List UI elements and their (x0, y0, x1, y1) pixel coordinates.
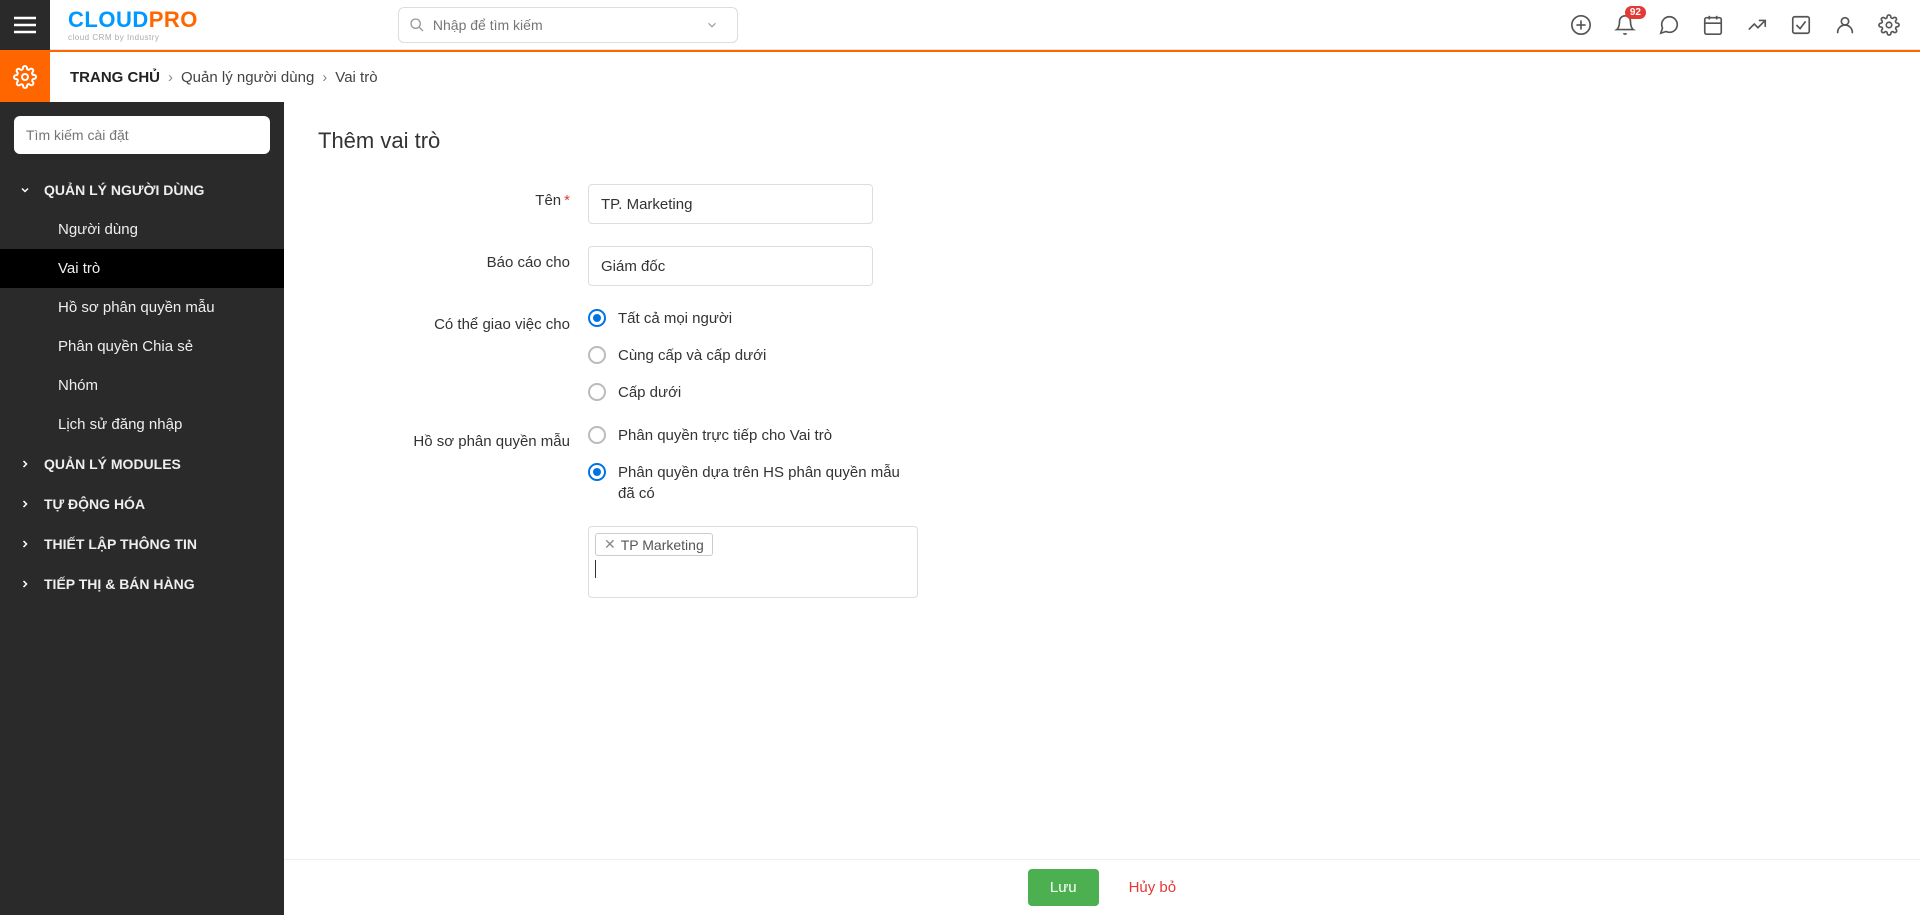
chevron-right-icon (18, 578, 32, 590)
sidebar-item-groups[interactable]: Nhóm (0, 366, 284, 405)
name-input[interactable] (588, 184, 873, 224)
reports-button[interactable] (1746, 14, 1768, 36)
sidebar-item-users[interactable]: Người dùng (0, 210, 284, 249)
sidebar: QUẢN LÝ NGƯỜI DÙNG Người dùng Vai trò Hồ… (0, 102, 284, 915)
sidebar-section-label: QUẢN LÝ NGƯỜI DÙNG (44, 182, 204, 198)
radio-profile-existing[interactable]: Phân quyền dựa trên HS phân quyền mẫu đã… (588, 462, 918, 504)
breadcrumb-sep: › (168, 69, 173, 86)
gear-icon (13, 65, 37, 89)
breadcrumb-l1[interactable]: Quản lý người dùng (181, 69, 314, 86)
radio-label: Cấp dưới (618, 382, 681, 403)
radio-label: Phân quyền trực tiếp cho Vai trò (618, 425, 832, 446)
save-button[interactable]: Lưu (1028, 869, 1099, 906)
header-actions: 92 (1570, 14, 1920, 36)
global-search-input[interactable] (433, 17, 705, 33)
logo[interactable]: CLOUDPRO cloud CRM by Industry (68, 7, 198, 42)
global-search[interactable] (398, 7, 738, 43)
chart-icon (1746, 14, 1768, 36)
chat-button[interactable] (1658, 14, 1680, 36)
report-input[interactable] (588, 246, 873, 286)
form-row-assign: Có thể giao việc cho Tất cả mọi người Cù… (318, 308, 1886, 403)
form-footer: Lưu Hủy bỏ (284, 859, 1920, 915)
checkbox-icon (1790, 14, 1812, 36)
sidebar-section-modules[interactable]: QUẢN LÝ MODULES (0, 444, 284, 484)
sidebar-section-marketing[interactable]: TIẾP THỊ & BÁN HÀNG (0, 564, 284, 604)
cancel-button[interactable]: Hủy bỏ (1129, 879, 1177, 896)
sidebar-section-label: QUẢN LÝ MODULES (44, 456, 181, 472)
notifications-button[interactable]: 92 (1614, 14, 1636, 36)
sidebar-item-profiles[interactable]: Hồ sơ phân quyền mẫu (0, 288, 284, 327)
logo-text-b: PRO (149, 7, 198, 32)
breadcrumb-l2[interactable]: Vai trò (335, 69, 377, 86)
breadcrumb-row: TRANG CHỦ › Quản lý người dùng › Vai trò (0, 52, 1920, 102)
chevron-right-icon (18, 458, 32, 470)
calendar-button[interactable] (1702, 14, 1724, 36)
breadcrumb: TRANG CHỦ › Quản lý người dùng › Vai trò (50, 52, 378, 102)
tag-remove-icon[interactable]: ✕ (604, 536, 616, 553)
user-icon (1834, 14, 1856, 36)
logo-text-a: CLOUD (68, 7, 149, 32)
form-row-report: Báo cáo cho (318, 246, 1886, 286)
form-row-profile: Hồ sơ phân quyền mẫu Phân quyền trực tiế… (318, 425, 1886, 504)
add-button[interactable] (1570, 14, 1592, 36)
breadcrumb-home[interactable]: TRANG CHỦ (70, 69, 160, 86)
sidebar-search-input[interactable] (14, 116, 270, 154)
chevron-down-icon[interactable] (705, 18, 719, 32)
tasks-button[interactable] (1790, 14, 1812, 36)
label-assign: Có thể giao việc cho (434, 316, 570, 333)
radio-profile-direct[interactable]: Phân quyền trực tiếp cho Vai trò (588, 425, 918, 446)
sidebar-section-label: THIẾT LẬP THÔNG TIN (44, 536, 197, 552)
text-cursor (595, 560, 596, 578)
tag-label: TP Marketing (621, 537, 704, 553)
radio-icon (588, 346, 606, 364)
gear-icon (1878, 14, 1900, 36)
settings-tab[interactable] (0, 52, 50, 102)
hamburger-icon (14, 16, 36, 34)
profile-tag-input[interactable]: ✕ TP Marketing (588, 526, 918, 598)
chevron-right-icon (18, 498, 32, 510)
settings-button[interactable] (1878, 14, 1900, 36)
radio-label: Cùng cấp và cấp dưới (618, 345, 766, 366)
topbar: CLOUDPRO cloud CRM by Industry 92 (0, 0, 1920, 50)
radio-assign-same[interactable]: Cùng cấp và cấp dưới (588, 345, 766, 366)
chat-icon (1658, 14, 1680, 36)
form-row-tags: ✕ TP Marketing (318, 526, 1886, 598)
radio-assign-below[interactable]: Cấp dưới (588, 382, 766, 403)
profile-button[interactable] (1834, 14, 1856, 36)
radio-icon (588, 463, 606, 481)
sidebar-search (14, 116, 270, 154)
main-content: Thêm vai trò Tên* Báo cáo cho Có thể gia… (284, 102, 1920, 915)
form-row-name: Tên* (318, 184, 1886, 224)
plus-circle-icon (1570, 14, 1592, 36)
label-name: Tên (535, 192, 561, 209)
logo-subtitle: cloud CRM by Industry (68, 33, 198, 42)
radio-icon (588, 426, 606, 444)
tag-item: ✕ TP Marketing (595, 533, 713, 556)
chevron-right-icon (18, 538, 32, 550)
calendar-icon (1702, 14, 1724, 36)
radio-icon (588, 309, 606, 327)
sidebar-section-config[interactable]: THIẾT LẬP THÔNG TIN (0, 524, 284, 564)
page-title: Thêm vai trò (318, 128, 1886, 154)
radio-label: Tất cả mọi người (618, 308, 732, 329)
sidebar-item-roles[interactable]: Vai trò (0, 249, 284, 288)
sidebar-item-loginhist[interactable]: Lịch sử đăng nhập (0, 405, 284, 444)
radio-icon (588, 383, 606, 401)
sidebar-item-sharing[interactable]: Phân quyền Chia sẻ (0, 327, 284, 366)
sidebar-section-label: TỰ ĐỘNG HÓA (44, 496, 145, 512)
breadcrumb-sep: › (322, 69, 327, 86)
chevron-down-icon (18, 184, 32, 196)
sidebar-section-label: TIẾP THỊ & BÁN HÀNG (44, 576, 195, 592)
search-icon (409, 17, 425, 33)
radio-assign-all[interactable]: Tất cả mọi người (588, 308, 766, 329)
label-profile: Hồ sơ phân quyền mẫu (413, 433, 570, 450)
notification-badge: 92 (1625, 6, 1646, 19)
label-report: Báo cáo cho (487, 254, 570, 271)
radio-label: Phân quyền dựa trên HS phân quyền mẫu đã… (618, 462, 918, 504)
required-asterisk: * (564, 192, 570, 209)
layout: QUẢN LÝ NGƯỜI DÙNG Người dùng Vai trò Hồ… (0, 102, 1920, 915)
menu-toggle[interactable] (0, 0, 50, 50)
sidebar-section-users[interactable]: QUẢN LÝ NGƯỜI DÙNG (0, 170, 284, 210)
sidebar-section-automation[interactable]: TỰ ĐỘNG HÓA (0, 484, 284, 524)
